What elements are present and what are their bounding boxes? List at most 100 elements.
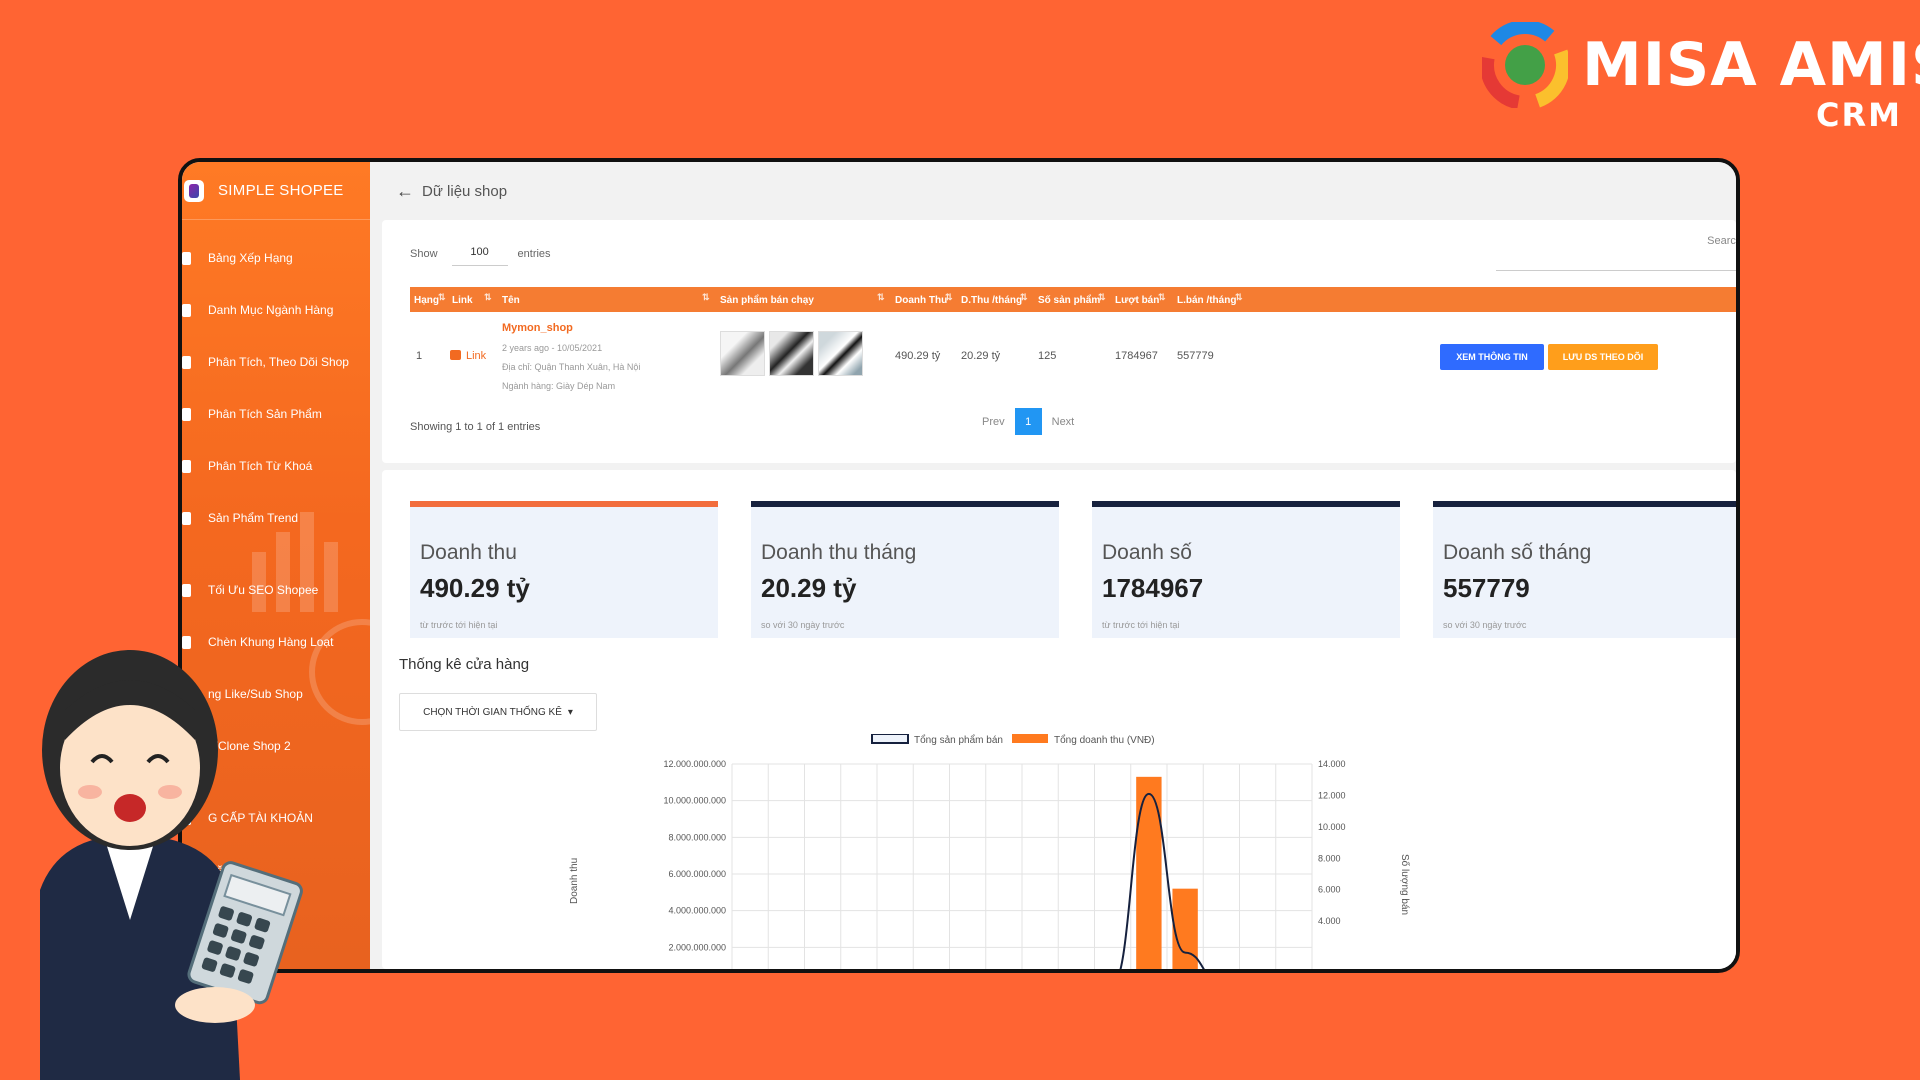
sold-month-cell: 557779: [1177, 350, 1214, 362]
keyword-icon: [182, 459, 191, 473]
sort-icon[interactable]: ⇅: [702, 292, 710, 303]
shop-age: 2 years ago - 10/05/2021: [502, 343, 603, 353]
sort-icon[interactable]: ⇅: [1020, 292, 1028, 303]
stats-card: Doanh thu 490.29 tỷ từ trước tới hiện tạ…: [382, 470, 1736, 969]
save-follow-button[interactable]: LƯU DS THEO DÕI: [1548, 344, 1658, 370]
sort-icon[interactable]: ⇅: [1098, 292, 1106, 303]
sort-icon[interactable]: ⇅: [877, 292, 885, 303]
stat-label: Doanh số: [1102, 541, 1192, 564]
legend-swatch-line: [871, 734, 909, 744]
y-tick-left: 10.000.000.000: [663, 796, 726, 806]
back-arrow-icon[interactable]: ←: [396, 181, 414, 202]
misa-logo-icon: [1482, 22, 1568, 108]
page-title: Dữ liệu shop: [422, 182, 508, 200]
y-tick-left: 8.000.000.000: [668, 832, 726, 842]
browser-frame: SIMPLE SHOPEE Bảng Xếp Hạng Danh Mục Ngà…: [178, 158, 1740, 973]
col-header-product-count[interactable]: Số sản phẩm: [1038, 295, 1100, 306]
sidebar-item-product-analysis[interactable]: Phân Tích Sản Phẩm: [182, 388, 370, 440]
sort-icon[interactable]: ⇅: [438, 292, 446, 303]
sidebar-item-shop-analysis[interactable]: Phân Tích, Theo Dõi Shop: [182, 336, 370, 388]
stat-note: so với 30 ngày trước: [761, 620, 845, 630]
rank-cell: 1: [416, 350, 423, 362]
sidebar-item-label: Bảng Xếp Hạng: [208, 251, 293, 265]
category-icon: [182, 303, 191, 317]
brand-sub: CRM: [1816, 96, 1902, 134]
prev-page-button[interactable]: Prev: [982, 416, 1005, 428]
sort-icon[interactable]: ⇅: [1158, 292, 1166, 303]
product-count-cell: 125: [1038, 350, 1057, 362]
sidebar-item-keyword-analysis[interactable]: Phân Tích Từ Khoá: [182, 440, 370, 492]
ranking-icon: [182, 251, 191, 265]
sidebar-item-ranking[interactable]: Bảng Xếp Hạng: [182, 232, 370, 284]
caret-down-icon: ▾: [567, 706, 573, 718]
search-input[interactable]: [1496, 270, 1736, 271]
misa-amis-logo: MISA AMIS CRM: [1482, 20, 1920, 134]
chart-bar[interactable]: [1172, 888, 1198, 973]
chart-grid: [731, 763, 1313, 969]
revenue-cell: 490.29 tỷ: [895, 350, 941, 362]
stat-sales-month: Doanh số tháng 557779 so với 30 ngày trư…: [1433, 501, 1736, 638]
stat-revenue-month: Doanh thu tháng 20.29 tỷ so với 30 ngày …: [751, 501, 1059, 638]
y-axis-right-label: Số lượng bán: [1399, 854, 1411, 915]
col-header-name[interactable]: Tên: [502, 295, 520, 306]
product-icon: [182, 407, 191, 421]
time-range-dropdown[interactable]: CHỌN THỜI GIAN THỐNG KÊ ▾: [399, 693, 597, 731]
showing-entries: Showing 1 to 1 of 1 entries: [410, 421, 541, 433]
stat-label: Doanh số tháng: [1443, 541, 1592, 564]
revenue-month-cell: 20.29 tỷ: [961, 350, 1001, 362]
stat-label: Doanh thu: [420, 541, 517, 564]
col-header-sold[interactable]: Lượt bán: [1115, 295, 1159, 306]
view-info-button[interactable]: XEM THÔNG TIN: [1440, 344, 1544, 370]
y-tick-right: 4.000: [1318, 916, 1341, 926]
stat-note: so với 30 ngày trước: [1443, 620, 1527, 630]
col-header-sold-month[interactable]: L.bán /tháng: [1177, 295, 1236, 306]
search-label: Search: [1707, 235, 1740, 247]
y-tick-left: 4.000.000.000: [668, 906, 726, 916]
y-axis-right: 4.000 6.000 8.000 10.000 12.000 14.000: [1318, 759, 1346, 926]
table-header: Hạng ⇅ Link ⇅ Tên ⇅ Sản phẩm bán chạy ⇅ …: [410, 287, 1736, 312]
y-axis-left: 2.000.000.000 4.000.000.000 6.000.000.000 8…: [663, 759, 726, 952]
product-thumbnail[interactable]: [720, 331, 765, 376]
col-header-rank[interactable]: Hạng: [414, 295, 439, 306]
sidebar-item-label: Danh Mục Ngành Hàng: [208, 303, 334, 317]
shop-info: Mymon_shop 2 years ago - 10/05/2021 Địa …: [502, 322, 640, 391]
shop-link[interactable]: Link: [450, 350, 486, 362]
app-logo-icon: [184, 179, 204, 202]
entries-select[interactable]: 100: [451, 242, 508, 266]
stat-revenue: Doanh thu 490.29 tỷ từ trước tới hiện tạ…: [410, 501, 718, 638]
sidebar-item-seo[interactable]: Tối Ưu SEO Shopee: [182, 564, 370, 616]
seo-icon: [182, 583, 191, 597]
col-header-bestseller[interactable]: Sản phẩm bán chạy: [720, 295, 814, 306]
page-1-button[interactable]: 1: [1014, 408, 1042, 435]
sort-icon[interactable]: ⇅: [484, 292, 492, 303]
entries-selector: Show 100 entries: [410, 242, 551, 266]
shop-name-link[interactable]: Mymon_shop: [502, 322, 640, 334]
show-label: Show: [410, 248, 438, 260]
sort-icon[interactable]: ⇅: [945, 292, 953, 303]
businesswoman-illustration: [40, 650, 303, 1080]
store-stats-chart: Tổng sản phẩm bán Tổng doanh thu (VNĐ) 2…: [569, 734, 1411, 973]
sort-icon[interactable]: ⇅: [1235, 292, 1243, 303]
sidebar-item-categories[interactable]: Danh Mục Ngành Hàng: [182, 284, 370, 336]
sidebar-item-trend-products[interactable]: Sản Phẩm Trend: [182, 492, 370, 544]
sidebar-item-label: Phân Tích, Theo Dõi Shop: [208, 355, 349, 369]
product-thumbnail[interactable]: [818, 331, 863, 376]
col-header-link[interactable]: Link: [452, 295, 473, 306]
link-icon: [450, 350, 461, 360]
y-tick-left: 12.000.000.000: [663, 759, 726, 769]
sidebar-brand[interactable]: SIMPLE SHOPEE: [182, 162, 370, 220]
next-page-button[interactable]: Next: [1052, 416, 1075, 428]
legend-label: Tổng sản phẩm bán: [914, 734, 1003, 746]
cheek-left: [78, 785, 102, 799]
y-tick-right: 14.000: [1318, 759, 1346, 769]
stat-value: 20.29 tỷ: [761, 573, 857, 603]
sold-cell: 1784967: [1115, 350, 1158, 362]
col-header-revenue[interactable]: Doanh Thu: [895, 295, 947, 306]
y-tick-right: 6.000: [1318, 885, 1341, 895]
stat-note: từ trước tới hiện tại: [1102, 620, 1180, 630]
stat-value: 490.29 tỷ: [420, 573, 530, 603]
col-header-revenue-month[interactable]: D.Thu /tháng: [961, 295, 1022, 306]
dropdown-label: CHỌN THỜI GIAN THỐNG KÊ: [423, 706, 562, 718]
product-thumbnail[interactable]: [769, 331, 814, 376]
stat-note: từ trước tới hiện tại: [420, 620, 498, 630]
